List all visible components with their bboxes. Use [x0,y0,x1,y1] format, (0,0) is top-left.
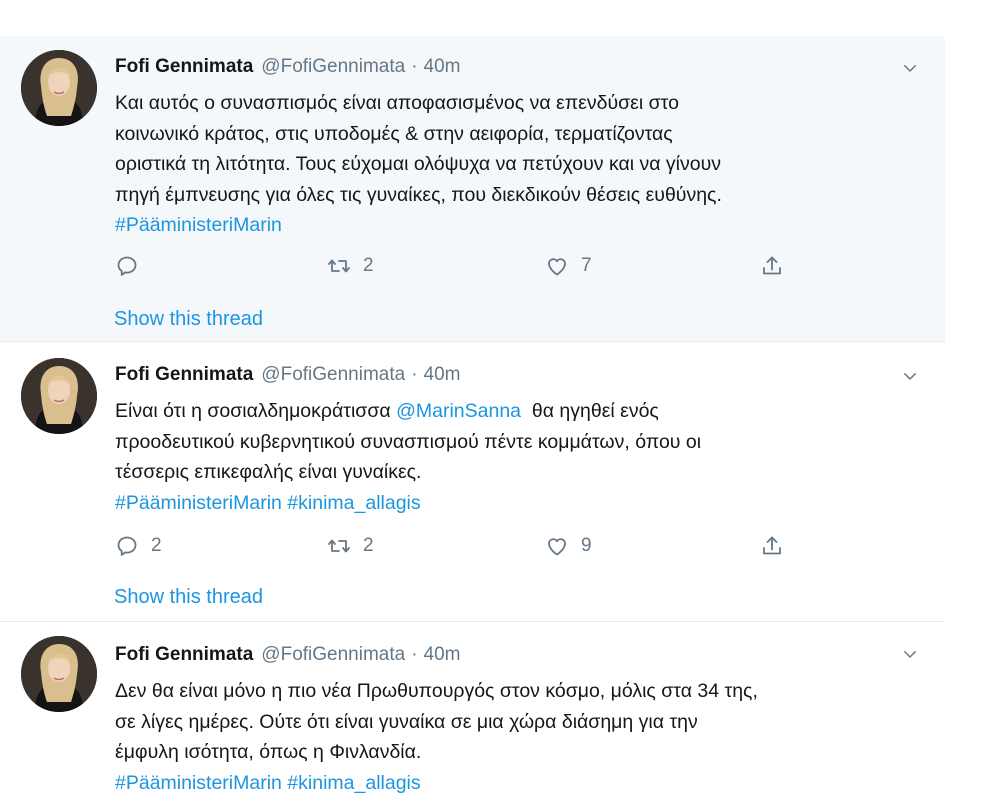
like-icon [545,254,569,278]
avatar[interactable] [21,358,97,434]
author-name[interactable]: Fofi Gennimata [115,364,253,386]
tweet-text-line: Είναι ότι η σοσιαλδημοκράτισσα @MarinSan… [115,396,915,427]
tweet-feed: Fofi Gennimata @FofiGennimata · 40m Και … [0,36,945,800]
reply-icon [115,254,139,278]
author-name[interactable]: Fofi Gennimata [115,644,253,666]
tweet-text-line: Δεν θα είναι μόνο η πιο νέα Πρωθυπουργός… [115,680,758,702]
tweet[interactable]: Fofi Gennimata @FofiGennimata · 40m Δεν … [0,622,945,800]
tweet-text-line: τέσσερις επικεφαλής είναι γυναίκες. [115,461,422,483]
like-icon [545,534,569,558]
like-count: 7 [581,255,592,276]
chevron-down-icon[interactable] [901,367,919,385]
author-handle[interactable]: @FofiGennimata [261,364,405,386]
tweet-actions: 2 2 9 [115,531,795,561]
separator-dot: · [411,56,418,77]
mention-link[interactable]: @MarinSanna [396,400,521,422]
tweet[interactable]: Fofi Gennimata @FofiGennimata · 40m Και … [0,36,945,342]
retweet-count: 2 [363,255,374,276]
chevron-down-icon[interactable] [901,645,919,663]
author-handle[interactable]: @FofiGennimata [261,56,405,78]
share-icon [760,254,784,278]
avatar[interactable] [21,50,97,126]
reply-button[interactable] [115,251,151,281]
tweet-text-line: πηγή έμπνευσης για όλες τις γυναίκες, πο… [115,183,722,206]
tweet[interactable]: Fofi Gennimata @FofiGennimata · 40m Είνα… [0,342,945,622]
retweet-icon [327,254,351,278]
separator-dot: · [411,644,418,665]
retweet-icon [327,534,351,558]
tweet-text-line: οριστικά τη λιτότητα. Τους εύχομαι ολόψυ… [115,153,722,175]
author-handle[interactable]: @FofiGennimata [261,644,405,666]
tweet-text: Είναι ότι η σοσιαλδημοκράτισσα @MarinSan… [115,396,915,518]
tweet-text: Και αυτός ο συνασπισμός είναι αποφασισμέ… [115,88,915,241]
hashtag-link[interactable]: #PääministeriMarin #kinima_allagis [115,492,421,514]
author-name[interactable]: Fofi Gennimata [115,56,253,78]
separator-dot: · [411,364,418,385]
tweet-text-line: κοινωνικό κράτος, στις υποδομές & στην α… [115,122,673,145]
like-button[interactable]: 9 [545,531,592,561]
tweet-text-line: σε λίγες ημέρες. Ούτε ότι είναι γυναίκα … [115,710,698,733]
like-button[interactable]: 7 [545,251,592,281]
avatar[interactable] [21,636,97,712]
tweet-header: Fofi Gennimata @FofiGennimata · 40m [115,54,461,80]
tweet-text-segment: Είναι ότι η σοσιαλδημοκράτισσα [115,400,397,422]
tweet-text-line: Και αυτός ο συνασπισμός είναι αποφασισμέ… [115,92,679,114]
show-thread-link[interactable]: Show this thread [114,586,263,609]
reply-count: 2 [151,535,162,556]
show-thread-link[interactable]: Show this thread [114,308,263,331]
share-icon [760,534,784,558]
tweet-header: Fofi Gennimata @FofiGennimata · 40m [115,642,461,668]
tweet-text-line: προοδευτικού κυβερνητικού συνασπισμού πέ… [115,430,702,453]
reply-button[interactable]: 2 [115,531,162,561]
retweet-button[interactable]: 2 [327,531,374,561]
retweet-button[interactable]: 2 [327,251,374,281]
retweet-count: 2 [363,535,374,556]
timestamp[interactable]: 40m [424,56,461,78]
tweet-text: Δεν θα είναι μόνο η πιο νέα Πρωθυπουργός… [115,676,915,798]
timestamp[interactable]: 40m [424,644,461,666]
share-button[interactable] [760,251,784,281]
hashtag-link[interactable]: #PääministeriMarin [115,214,282,236]
tweet-header: Fofi Gennimata @FofiGennimata · 40m [115,362,461,388]
hashtag-link[interactable]: #PääministeriMarin #kinima_allagis [115,772,421,794]
tweet-text-segment: θα ηγηθεί ενός [521,400,659,422]
share-button[interactable] [760,531,784,561]
timestamp[interactable]: 40m [424,364,461,386]
reply-icon [115,534,139,558]
like-count: 9 [581,535,592,556]
tweet-actions: 2 7 [115,251,795,281]
chevron-down-icon[interactable] [901,59,919,77]
tweet-text-line: έμφυλη ισότητα, όπως η Φινλανδία. [115,741,422,763]
